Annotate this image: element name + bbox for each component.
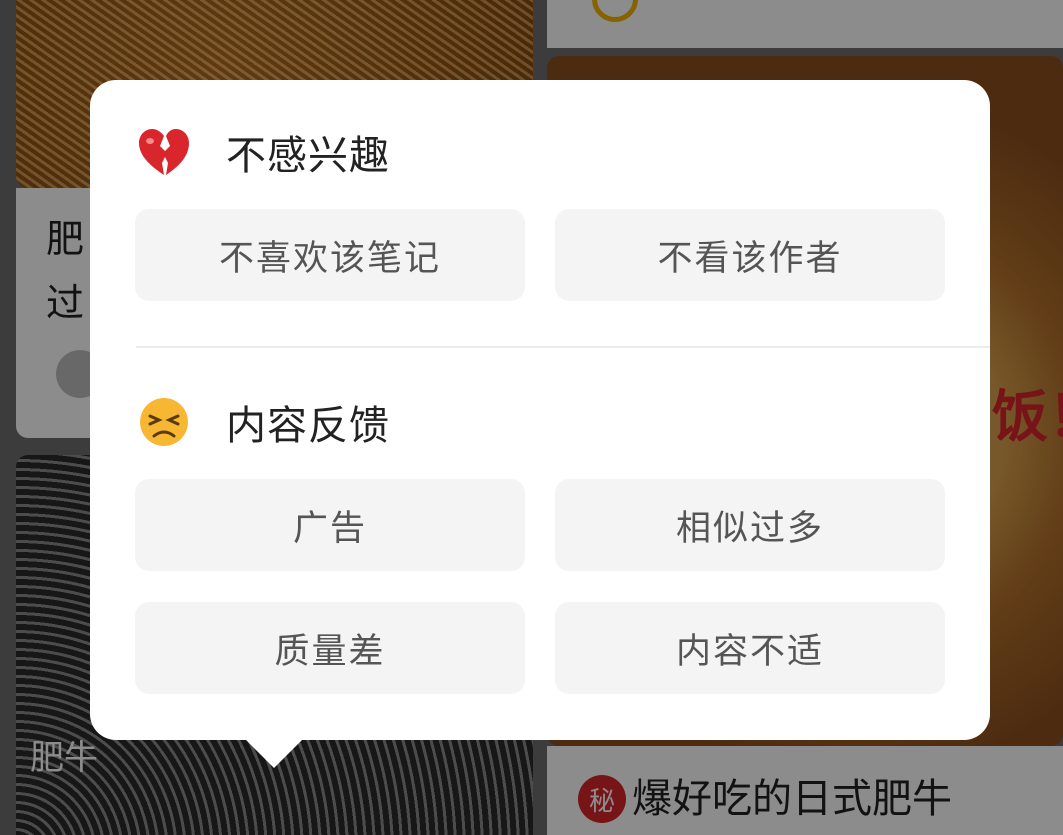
option-low-quality[interactable]: 质量差 xyxy=(135,602,525,694)
option-ads[interactable]: 广告 xyxy=(135,479,525,571)
persevering-face-icon xyxy=(136,394,192,450)
popup-pointer-arrow xyxy=(244,738,304,768)
section-title-feedback: 内容反馈 xyxy=(226,403,390,449)
option-too-similar[interactable]: 相似过多 xyxy=(555,479,945,571)
section-feedback-header: 内容反馈 xyxy=(136,392,390,452)
section-not-interested-header: 不感兴趣 xyxy=(136,122,390,182)
option-inappropriate[interactable]: 内容不适 xyxy=(555,602,945,694)
option-hide-author[interactable]: 不看该作者 xyxy=(555,209,945,301)
section-title-not-interested: 不感兴趣 xyxy=(226,133,390,179)
broken-heart-icon xyxy=(136,124,192,180)
feedback-popup: 不感兴趣 不喜欢该笔记 不看该作者 内容反馈 广告 相似过多 质量差 内容不适 xyxy=(90,80,990,740)
section-divider xyxy=(136,346,990,348)
option-dislike-note[interactable]: 不喜欢该笔记 xyxy=(135,209,525,301)
